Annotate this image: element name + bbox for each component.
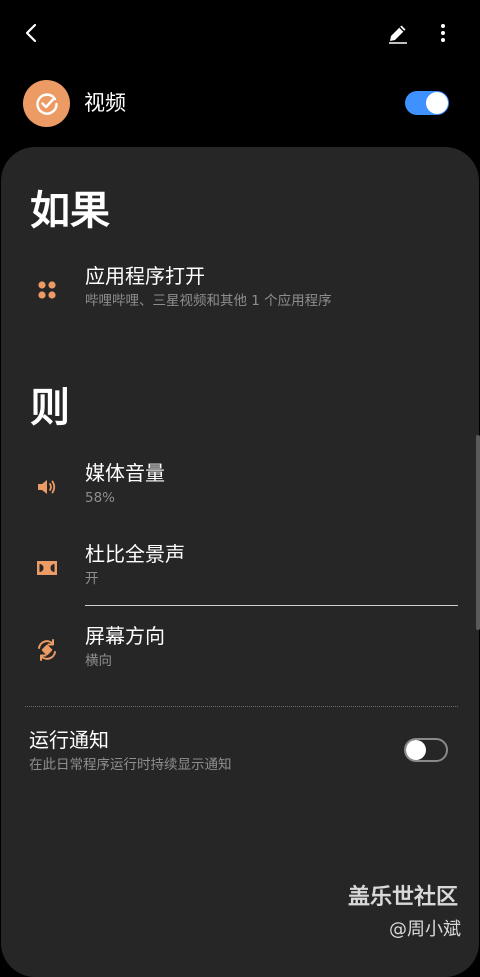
run-notification-switch[interactable] bbox=[404, 738, 448, 762]
dolby-icon bbox=[32, 553, 62, 583]
switch-knob bbox=[406, 740, 426, 760]
watermark-title: 盖乐世社区 bbox=[348, 885, 459, 910]
more-options-button[interactable] bbox=[423, 13, 463, 53]
chevron-left-icon bbox=[25, 23, 37, 43]
top-bar bbox=[0, 0, 480, 70]
edit-button[interactable] bbox=[378, 13, 418, 53]
trigger-row-app-opened[interactable]: 应用程序打开 哔哩哔哩、三星视频和其他 1 个应用程序 bbox=[1, 259, 479, 321]
action-row-dolby-atmos[interactable]: 杜比全景声 开 bbox=[1, 537, 479, 599]
action-row-screen-orientation[interactable]: 屏幕方向 横向 bbox=[1, 619, 479, 681]
screen-rotation-icon bbox=[32, 635, 62, 665]
mode-title: 视频 bbox=[84, 91, 126, 115]
app-grid-icon bbox=[32, 275, 62, 305]
row-divider bbox=[85, 605, 458, 606]
run-notification-subtitle: 在此日常程序运行时持续显示通知 bbox=[29, 757, 232, 773]
action-value: 开 bbox=[85, 571, 99, 587]
back-button[interactable] bbox=[12, 13, 52, 53]
action-value: 58% bbox=[85, 490, 116, 506]
action-value: 横向 bbox=[85, 653, 112, 669]
trigger-subtitle: 哔哩哔哩、三星视频和其他 1 个应用程序 bbox=[85, 293, 332, 309]
speaker-volume-icon bbox=[32, 472, 62, 502]
trigger-title: 应用程序打开 bbox=[85, 264, 205, 288]
mode-avatar bbox=[23, 80, 70, 127]
if-heading: 如果 bbox=[30, 188, 110, 234]
run-notification-title: 运行通知 bbox=[29, 728, 109, 752]
watermark-author: @周小斌 bbox=[389, 919, 461, 940]
then-heading: 则 bbox=[30, 385, 70, 431]
action-title: 杜比全景声 bbox=[85, 542, 185, 566]
mode-header: 视频 bbox=[0, 78, 480, 130]
routine-card: 如果 应用程序打开 哔哩哔哩、三星视频和其他 1 个应用程序 则 媒体音量 58… bbox=[1, 147, 479, 977]
more-vertical-icon bbox=[441, 24, 445, 42]
switch-knob bbox=[426, 92, 448, 114]
action-row-media-volume[interactable]: 媒体音量 58% bbox=[1, 456, 479, 518]
section-divider bbox=[25, 706, 458, 707]
check-circle-icon bbox=[35, 92, 58, 115]
mode-enable-switch[interactable] bbox=[405, 91, 449, 115]
scrollbar-thumb[interactable] bbox=[476, 435, 480, 630]
action-title: 屏幕方向 bbox=[85, 624, 165, 648]
pencil-icon bbox=[389, 25, 407, 44]
action-title: 媒体音量 bbox=[85, 461, 165, 485]
run-notification-row[interactable]: 运行通知 在此日常程序运行时持续显示通知 bbox=[1, 723, 479, 783]
